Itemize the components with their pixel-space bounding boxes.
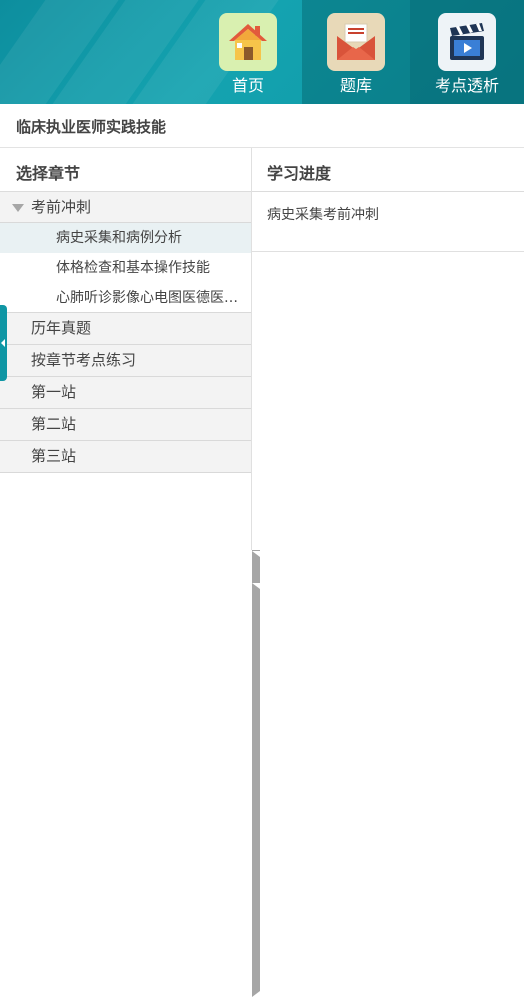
progress-panel: 学习进度 病史采集考前冲刺	[252, 148, 524, 550]
chapter-group-station-1[interactable]: 第一站	[0, 377, 524, 933]
nav-key-points-label: 考点透析	[434, 76, 499, 95]
chapter-group-station-3[interactable]: 第三站	[0, 441, 524, 997]
chapter-group-station-2[interactable]: 第二站	[0, 409, 524, 965]
chapter-group-label: 第二站	[31, 415, 77, 433]
chapter-group-label: 考前冲刺	[31, 198, 92, 216]
page-title-bar: 临床执业医师实践技能	[0, 104, 524, 148]
progress-panel-heading: 学习进度	[252, 148, 524, 192]
chapter-group-label: 按章节考点练习	[31, 351, 137, 369]
chapter-panel: 选择章节 考前冲刺 病史采集和病例分析 体格检查和基本操作技能 心肺听诊影像心电…	[0, 148, 524, 997]
envelope-icon	[327, 13, 385, 71]
chapter-group-pre-exam[interactable]: 考前冲刺	[0, 192, 251, 223]
video-clapper-icon	[438, 13, 496, 71]
triangle-down-icon	[12, 204, 24, 212]
nav-question-bank[interactable]: 题库	[302, 0, 410, 104]
chapter-item-history-case[interactable]: 病史采集和病例分析	[0, 223, 251, 253]
nav-key-points[interactable]: 考点透析	[410, 0, 524, 104]
arrow-left-icon	[1, 339, 5, 347]
home-icon	[219, 13, 277, 71]
chapter-item-auscultation[interactable]: 心肺听诊影像心电图医德医…	[0, 283, 251, 313]
progress-current-item[interactable]: 病史采集考前冲刺	[252, 192, 524, 252]
chapter-group-chapter-practice[interactable]: 按章节考点练习	[0, 345, 524, 901]
chapter-group-label: 第三站	[31, 447, 77, 465]
page-title: 临床执业医师实践技能	[16, 118, 167, 136]
chapter-item-physical-exam[interactable]: 体格检查和基本操作技能	[0, 253, 251, 283]
nav-question-bank-label: 题库	[339, 76, 372, 95]
nav-home[interactable]: 首页	[194, 0, 302, 104]
panel-collapse-handle[interactable]	[0, 305, 7, 381]
top-nav-bar: 首页 题库 考点透析	[0, 0, 524, 104]
chapter-group-label: 第一站	[31, 383, 77, 401]
nav-home-label: 首页	[231, 76, 264, 95]
chapter-group-label: 历年真题	[31, 319, 92, 337]
triangle-right-icon	[252, 583, 524, 997]
chapter-group-past-exams[interactable]: 历年真题	[0, 313, 524, 869]
chapter-panel-heading: 选择章节	[0, 148, 251, 192]
